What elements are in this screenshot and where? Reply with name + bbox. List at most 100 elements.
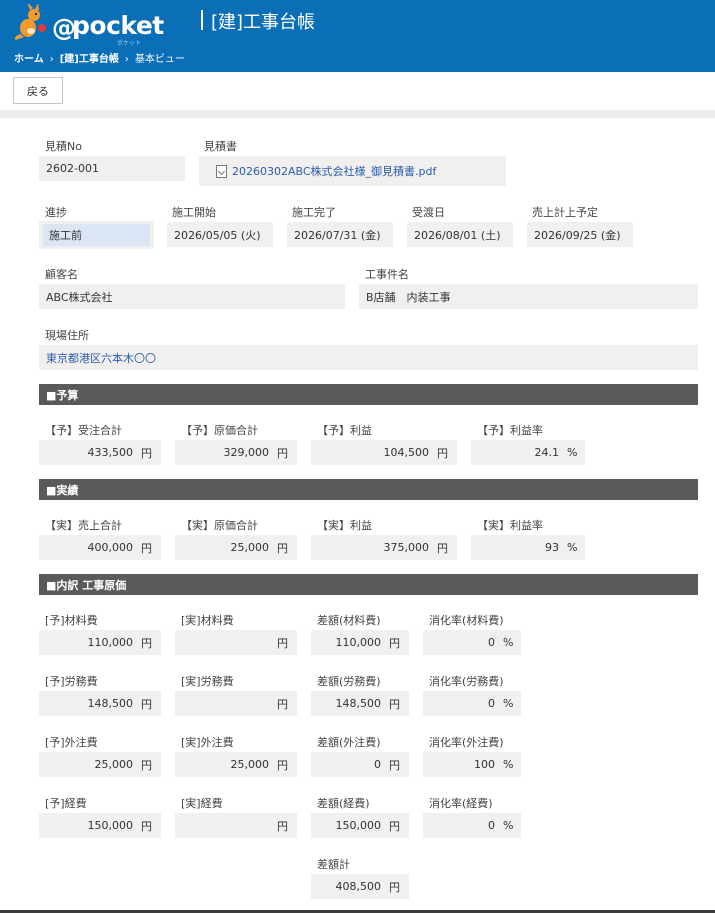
diff-material-value: 110,000 (335, 636, 382, 649)
plan-expense: 150,000 円 (39, 813, 161, 838)
pdf-file-icon (216, 164, 227, 178)
unit-percent: % (503, 819, 514, 832)
kangaroo-logo-icon (14, 4, 46, 40)
actual-cost-total-value: 25,000 (230, 541, 270, 554)
budget-cost-total-value: 329,000 (223, 446, 270, 459)
actual-outsource: 25,000 円 (175, 752, 297, 777)
plan-outsource-value: 25,000 (94, 758, 134, 771)
budget-cost-total: 329,000 円 (175, 440, 297, 465)
diff-total-label: 差額計 (317, 858, 350, 871)
estimate-doc-link[interactable]: 20260302ABC株式会社様_御見積書.pdf (232, 163, 436, 179)
start-label: 施工開始 (172, 206, 216, 219)
actual-sales-total-value: 400,000 (87, 541, 134, 554)
diff-outsource: 0円 (311, 752, 409, 777)
estimate-doc-field: 20260302ABC株式会社様_御見積書.pdf (199, 156, 506, 186)
actual-margin-label: 【実】利益率 (477, 519, 543, 532)
logo-subtext: ポケット (117, 40, 142, 47)
plan-labor-value: 148,500 (87, 697, 134, 710)
site-address-link[interactable]: 東京都港区六本木〇〇 (46, 350, 156, 366)
actual-margin-value: 93 (545, 541, 559, 554)
budget-margin: 24.1% (471, 440, 585, 465)
budget-order-total-value: 433,500 (87, 446, 134, 459)
plan-outsource-label: [予]外注費 (45, 736, 98, 749)
unit-yen: 円 (389, 697, 400, 711)
toolbar: 戻る (0, 72, 715, 110)
budget-profit: 104,500 円 (311, 440, 457, 465)
plan-material-label: [予]材料費 (45, 614, 98, 627)
budget-cost-total-label: 【予】原価合計 (181, 424, 258, 437)
plan-labor: 148,500 円 (39, 691, 161, 716)
budget-profit-value: 104,500 (383, 446, 430, 459)
site-label: 現場住所 (45, 329, 89, 342)
unit-yen: 円 (141, 697, 152, 711)
diff-total: 408,500 円 (311, 874, 409, 899)
unit-percent: % (503, 758, 514, 771)
section-budget: ■予算 (39, 384, 698, 405)
actual-profit-label: 【実】利益 (317, 519, 372, 532)
actual-expense-label: [実]経費 (181, 797, 223, 810)
rate-outsource-value: 100 (474, 758, 495, 771)
unit-percent: % (503, 697, 514, 710)
actual-labor: 円 (175, 691, 297, 716)
rate-expense-value: 0 (488, 819, 495, 832)
sales-plan-value: 2026/09/25 (金) (527, 222, 633, 247)
handover-label: 受渡日 (412, 206, 445, 219)
plan-material-value: 110,000 (87, 636, 134, 649)
estimate-no-value: 2602-001 (39, 156, 185, 181)
unit-yen: 円 (277, 758, 288, 772)
diff-expense: 150,000 円 (311, 813, 409, 838)
unit-percent: % (567, 446, 578, 459)
diff-material: 110,000 円 (311, 630, 409, 655)
unit-yen: 円 (437, 446, 448, 460)
page-title: [建]工事台帳 (211, 12, 316, 33)
progress-status[interactable]: 施工前 (43, 224, 150, 246)
breadcrumb-ledger[interactable]: [建]工事台帳 (60, 54, 119, 65)
actual-material: 円 (175, 630, 297, 655)
budget-order-total-label: 【予】受注合計 (45, 424, 122, 437)
rate-expense-label: 消化率(経費) (429, 797, 493, 810)
unit-yen: 円 (141, 636, 152, 650)
rate-expense: 0% (423, 813, 521, 838)
estimate-no-label: 見積No (45, 140, 82, 153)
plan-labor-label: [予]労務費 (45, 675, 98, 688)
start-value: 2026/05/05 (火) (167, 222, 273, 247)
rate-labor-value: 0 (488, 697, 495, 710)
project-label: 工事件名 (365, 268, 409, 281)
breadcrumb-separator: › (124, 54, 129, 65)
budget-profit-label: 【予】利益 (317, 424, 372, 437)
diff-expense-label: 差額(経費) (317, 797, 370, 810)
unit-yen: 円 (389, 758, 400, 772)
section-actual: ■実績 (39, 479, 698, 500)
diff-labor: 148,500 円 (311, 691, 409, 716)
complete-label: 施工完了 (292, 206, 336, 219)
unit-yen: 円 (141, 446, 152, 460)
unit-yen: 円 (141, 541, 152, 555)
actual-labor-label: [実]労務費 (181, 675, 234, 688)
unit-yen: 円 (277, 446, 288, 460)
rate-material: 0% (423, 630, 521, 655)
unit-yen: 円 (277, 697, 288, 711)
unit-yen: 円 (389, 819, 400, 833)
unit-yen: 円 (389, 880, 400, 894)
unit-percent: % (567, 541, 578, 554)
sales-plan-label: 売上計上予定 (532, 206, 598, 219)
app-header: @ pocket ポケット [建]工事台帳 ホーム › [建]工事台帳 › 基本ビュー (0, 0, 715, 72)
diff-outsource-label: 差額(外注費) (317, 736, 381, 749)
breadcrumb-current: 基本ビュー (134, 54, 185, 65)
plan-material: 110,000 円 (39, 630, 161, 655)
back-button[interactable]: 戻る (13, 77, 63, 104)
actual-outsource-value: 25,000 (230, 758, 270, 771)
actual-cost-total: 25,000 円 (175, 535, 297, 560)
rate-material-value: 0 (488, 636, 495, 649)
unit-yen: 円 (277, 636, 288, 650)
unit-percent: % (503, 636, 514, 649)
unit-yen: 円 (277, 541, 288, 555)
actual-sales-total: 400,000 円 (39, 535, 161, 560)
breadcrumb-home[interactable]: ホーム (14, 54, 44, 65)
breadcrumb: ホーム › [建]工事台帳 › 基本ビュー (14, 50, 185, 65)
actual-material-label: [実]材料費 (181, 614, 234, 627)
unit-yen: 円 (141, 758, 152, 772)
rate-outsource: 100% (423, 752, 521, 777)
budget-order-total: 433,500 円 (39, 440, 161, 465)
customer-label: 顧客名 (45, 268, 78, 281)
